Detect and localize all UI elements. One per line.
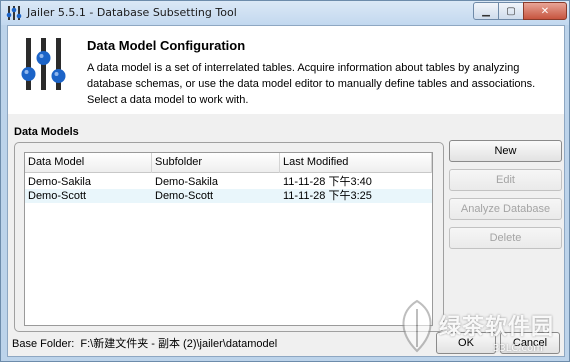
- cell-last-modified: 11-11-28 下午3:40: [283, 176, 372, 188]
- watermark: 绿茶软件园 33LC.com: [393, 297, 569, 361]
- watermark-url: 33LC.com: [493, 343, 543, 354]
- table-row[interactable]: Demo-Sakila Demo-Sakila 11-11-28 下午3:40: [25, 175, 432, 189]
- column-header-subfolder[interactable]: Subfolder: [152, 153, 280, 173]
- app-window: Jailer 5.5.1 - Database Subsetting Tool …: [0, 0, 570, 362]
- table-row[interactable]: Demo-Scott Demo-Scott 11-11-28 下午3:25: [25, 189, 432, 203]
- new-button[interactable]: New: [449, 140, 562, 162]
- maximize-icon: ▢: [506, 5, 516, 17]
- column-header-last-modified[interactable]: Last Modified: [280, 153, 432, 173]
- title-bar[interactable]: Jailer 5.5.1 - Database Subsetting Tool …: [1, 1, 569, 25]
- jailer-sliders-icon: [6, 6, 22, 20]
- cell-subfolder: Demo-Scott: [155, 190, 214, 202]
- delete-button[interactable]: Delete: [449, 227, 562, 249]
- minimize-icon: ▁: [482, 5, 490, 17]
- data-models-table[interactable]: Data Model Subfolder Last Modified Demo-…: [24, 152, 433, 326]
- data-models-label: Data Models: [14, 126, 79, 138]
- edit-button[interactable]: Edit: [449, 169, 562, 191]
- data-models-panel: Data Model Subfolder Last Modified Demo-…: [14, 142, 444, 332]
- table-body: Demo-Sakila Demo-Sakila 11-11-28 下午3:40 …: [25, 175, 432, 203]
- close-icon: ✕: [540, 5, 550, 17]
- cell-last-modified: 11-11-28 下午3:25: [283, 190, 372, 202]
- header-title: Data Model Configuration: [87, 38, 246, 53]
- cell-data-model: Demo-Sakila: [28, 176, 91, 188]
- analyze-database-button[interactable]: Analyze Database: [449, 198, 562, 220]
- table-header: Data Model Subfolder Last Modified: [25, 153, 432, 173]
- base-folder-label: Base Folder:: [12, 338, 75, 350]
- minimize-button[interactable]: ▁: [473, 2, 499, 20]
- cell-subfolder: Demo-Sakila: [155, 176, 218, 188]
- watermark-name: 绿茶软件园: [439, 315, 555, 340]
- jailer-logo-icon: [21, 38, 66, 90]
- cell-data-model: Demo-Scott: [28, 190, 87, 202]
- window-title: Jailer 5.5.1 - Database Subsetting Tool: [27, 6, 237, 19]
- column-header-data-model[interactable]: Data Model: [25, 153, 152, 173]
- base-folder-path: F:\新建文件夹 - 副本 (2)\jailer\datamodel: [80, 338, 278, 350]
- close-button[interactable]: ✕: [523, 2, 567, 20]
- base-folder: Base Folder: F:\新建文件夹 - 副本 (2)\jailer\dat…: [12, 335, 277, 351]
- maximize-button[interactable]: ▢: [498, 2, 524, 20]
- header-description: A data model is a set of interrelated ta…: [87, 62, 536, 106]
- header-panel: Data Model Configuration A data model is…: [8, 26, 564, 114]
- leaf-logo-icon: [402, 299, 432, 353]
